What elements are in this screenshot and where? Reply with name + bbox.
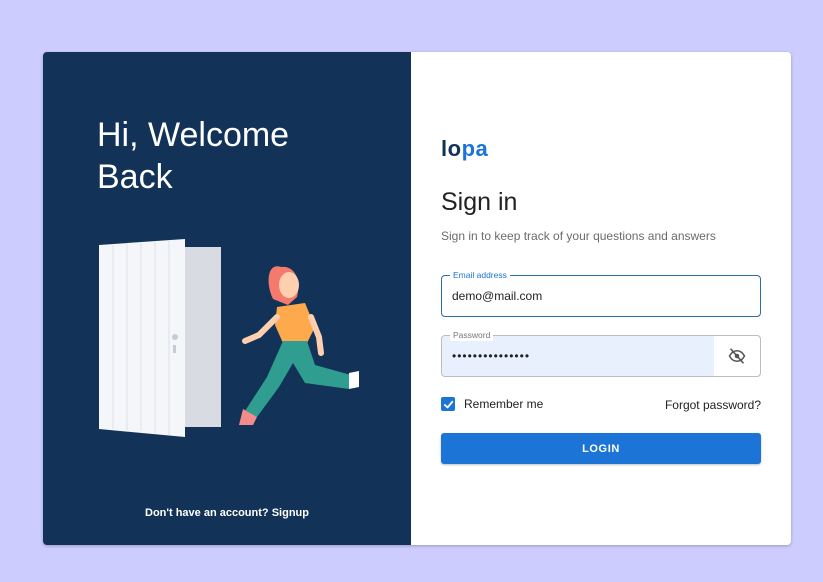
running-person [239, 266, 359, 425]
remember-me-label[interactable]: Remember me [464, 397, 543, 411]
remember-me: Remember me [441, 397, 543, 411]
page-subtitle: Sign in to keep track of your questions … [441, 229, 716, 243]
password-field: Password [441, 329, 761, 377]
welcome-line-2: Back [97, 158, 173, 196]
logo-text-dark: lo [441, 136, 462, 161]
forgot-password-link[interactable]: Forgot password? [665, 398, 761, 412]
signup-prompt: Don't have an account? Signup [43, 507, 411, 519]
brand-logo: lopa [441, 136, 488, 162]
welcome-line-1: Hi, Welcome [97, 116, 290, 154]
page-title: Sign in [441, 188, 518, 216]
remember-me-checkbox[interactable] [441, 397, 455, 411]
login-card: Hi, Welcome Back Don't have an account? … [43, 52, 791, 545]
welcome-heading: Hi, Welcome Back [97, 114, 337, 198]
welcome-panel: Hi, Welcome Back Don't have an account? … [43, 52, 411, 545]
signup-prompt-text: Don't have an account? [145, 507, 269, 519]
door-frame [185, 247, 221, 427]
checkmark-icon [443, 400, 453, 408]
email-field: Email address [441, 269, 761, 317]
logo-text-accent: pa [461, 136, 489, 161]
open-door [99, 239, 185, 437]
eye-off-icon[interactable] [714, 336, 760, 376]
eye-off-icon-glyph [728, 348, 746, 364]
login-button[interactable]: LOGIN [441, 433, 761, 464]
password-input[interactable] [442, 336, 714, 376]
email-input[interactable] [442, 276, 760, 316]
door-illustration [99, 239, 359, 437]
signup-link[interactable]: Signup [272, 507, 309, 519]
signin-panel: lopa Sign in Sign in to keep track of yo… [411, 52, 791, 545]
